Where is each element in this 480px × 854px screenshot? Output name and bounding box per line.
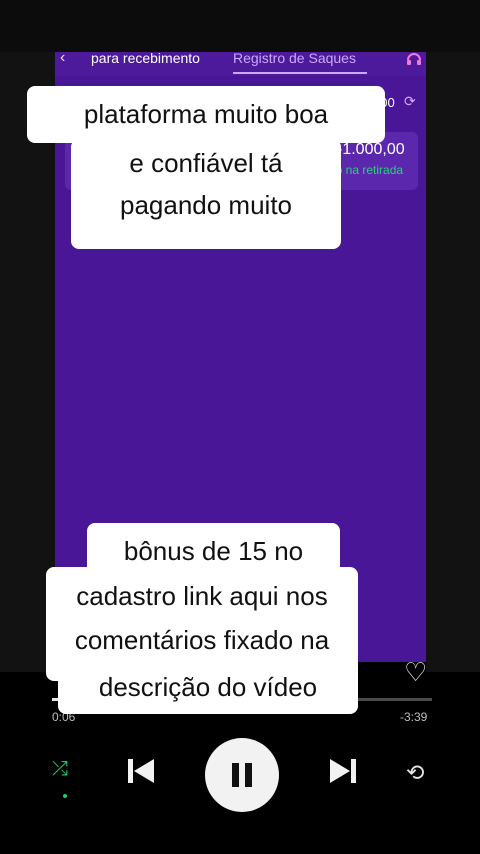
tab-bar: ‹ para recebimento Registro de Saques: [55, 52, 426, 76]
caption-bottom-line3: descrição do vídeo: [58, 664, 358, 714]
shuffle-icon[interactable]: ⤮: [52, 758, 68, 781]
player-controls: ⤮ ⟲: [0, 738, 480, 818]
repeat-icon[interactable]: ⟲: [406, 760, 424, 786]
pause-icon: [245, 763, 252, 787]
pause-icon: [232, 763, 239, 787]
withdrawal-amount: -1.000,00: [337, 141, 405, 158]
refresh-icon[interactable]: ⟳: [404, 93, 416, 110]
pause-button[interactable]: [205, 738, 279, 812]
next-icon[interactable]: [328, 756, 358, 791]
shuffle-active-dot: [63, 794, 67, 798]
heart-icon[interactable]: ♡: [404, 657, 427, 688]
caption-top-line1: plataforma muito boa: [27, 86, 385, 143]
time-remaining: -3:39: [400, 710, 428, 724]
side-background: [426, 52, 480, 672]
tab-withdrawal-log[interactable]: Registro de Saques: [233, 52, 356, 66]
top-bar: [0, 0, 480, 52]
back-icon[interactable]: ‹: [60, 52, 65, 67]
tab-payment[interactable]: para recebimento: [91, 52, 200, 66]
tab-underline: [233, 72, 367, 74]
headset-icon[interactable]: [406, 52, 422, 70]
previous-icon[interactable]: [126, 756, 156, 791]
caption-top-line2: e confiável tá pagando muito: [71, 139, 341, 249]
